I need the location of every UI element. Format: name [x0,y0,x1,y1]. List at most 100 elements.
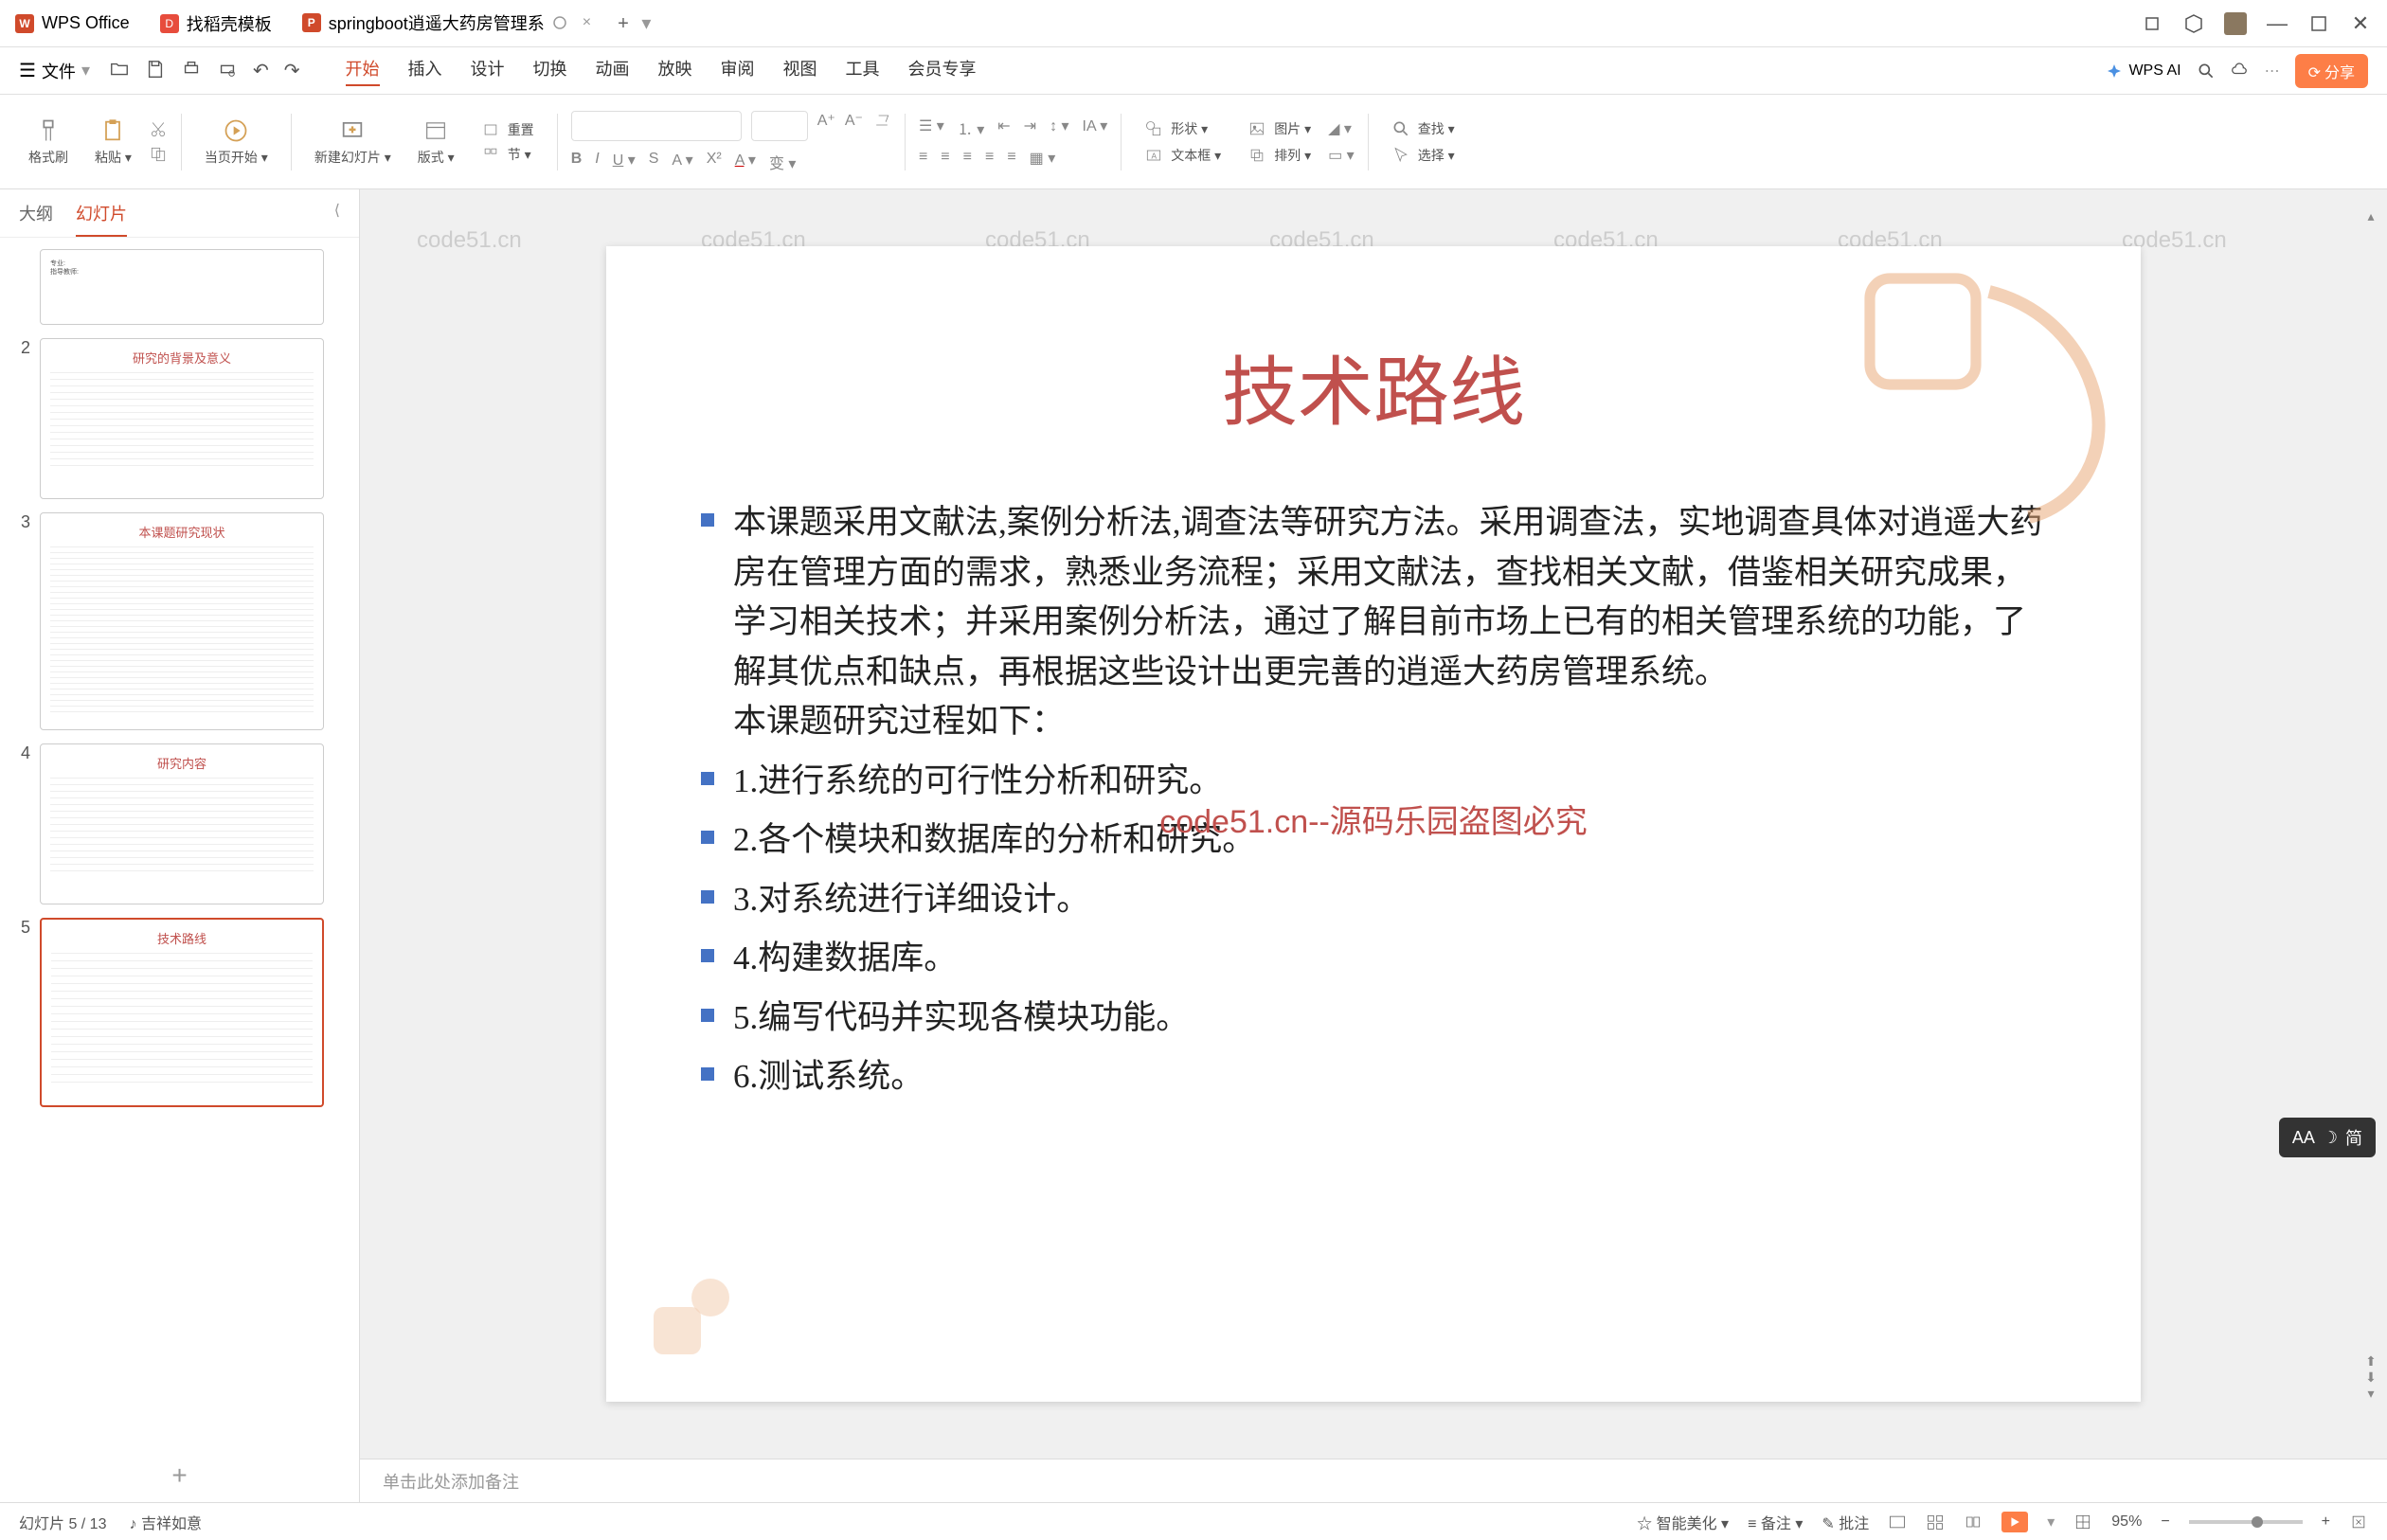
layout-group[interactable]: 版式 ▾ [408,114,464,170]
tab-transition[interactable]: 切换 [533,56,567,86]
line-spacing-icon[interactable]: ↕ ▾ [1050,116,1068,139]
grid-view-icon[interactable] [2073,1513,2092,1531]
scroll-down-icon[interactable]: ▾ [2367,1386,2374,1402]
strikethrough-icon[interactable]: S [649,151,659,173]
align-justify-icon[interactable]: ≡ [985,149,994,168]
ime-indicator[interactable]: AA ☽ 简 [2279,1118,2376,1157]
thumbnail-1[interactable]: 专业: 指导教师: [11,249,348,325]
font-family-select[interactable] [571,111,742,141]
increase-indent-icon[interactable]: ⇥ [1024,116,1036,139]
print-preview-icon[interactable] [217,59,238,80]
new-slide-group[interactable]: 新建幻灯片 ▾ [305,114,401,170]
minimize-icon[interactable]: — [2266,12,2288,35]
wps-office-tab[interactable]: W WPS Office [0,0,145,46]
undo-icon[interactable]: ↶ [253,59,269,82]
highlight-icon[interactable]: A ▾ [672,151,692,173]
window-maximize-small-icon[interactable] [2141,12,2163,35]
slideshow-button[interactable] [2001,1512,2028,1532]
align-left-icon[interactable]: ≡ [919,149,927,168]
textbox-button[interactable]: A 文本框 ▾ [1135,146,1230,165]
select-button[interactable]: 选择 ▾ [1382,146,1464,165]
vertical-scrollbar[interactable]: ▴ ⬆ ⬇ ▾ [2362,208,2379,1402]
tab-slideshow[interactable]: 放映 [658,56,692,86]
maximize-icon[interactable] [2307,12,2330,35]
align-center-icon[interactable]: ≡ [941,149,949,168]
paste-group[interactable]: 粘贴 ▾ [85,114,141,170]
tab-design[interactable]: 设计 [471,56,505,86]
reset-button[interactable]: 重置 [472,120,544,139]
slides-tab[interactable]: 幻灯片 [76,201,127,237]
superscript-icon[interactable]: X² [707,151,722,173]
open-folder-icon[interactable] [109,59,130,80]
align-right-icon[interactable]: ≡ [963,149,972,168]
thumbnail-list[interactable]: 专业: 指导教师: 2 研究的背景及意义 3 本课题研究现状 4 [0,238,359,1449]
zoom-value[interactable]: 95% [2111,1513,2142,1531]
tab-review[interactable]: 审阅 [721,56,755,86]
tab-tools[interactable]: 工具 [846,56,880,86]
zoom-slider[interactable] [2189,1520,2303,1524]
slide-counter[interactable]: 幻灯片 5 / 13 [19,1511,106,1533]
arrange-button[interactable]: 排列 ▾ [1238,146,1320,165]
text-direction-icon[interactable]: IA ▾ [1083,116,1108,139]
thumbnail-2[interactable]: 2 研究的背景及意义 [11,338,348,499]
redo-icon[interactable]: ↷ [284,59,300,82]
tab-animation[interactable]: 动画 [596,56,630,86]
prev-slide-icon[interactable]: ⬆ [2365,1353,2377,1370]
text-effect-icon[interactable]: 变 ▾ [769,151,796,173]
tab-member[interactable]: 会员专享 [908,56,977,86]
add-slide-button[interactable]: + [0,1449,359,1502]
tab-view[interactable]: 视图 [783,56,817,86]
underline-icon[interactable]: U ▾ [613,151,636,173]
share-button[interactable]: ⟳分享 [2295,54,2368,88]
font-color-icon[interactable]: A ▾ [735,151,756,173]
slide-canvas[interactable]: code51.cn code51.cn code51.cn code51.cn … [360,189,2387,1459]
smart-beautify-button[interactable]: ☆ 智能美化 ▾ [1637,1511,1729,1533]
decrease-indent-icon[interactable]: ⇤ [997,116,1010,139]
cloud-icon[interactable] [2231,62,2250,81]
cube-icon[interactable] [2182,12,2205,35]
section-button[interactable]: 节 ▾ [472,145,544,164]
file-menu[interactable]: ☰ 文件 ▾ [19,59,90,83]
more-icon[interactable]: ⋯ [2265,62,2280,81]
print-icon[interactable] [181,59,202,80]
clear-format-icon[interactable] [872,111,891,130]
notes-pane[interactable]: 单击此处添加备注 [360,1459,2387,1502]
distribute-icon[interactable]: ≡ [1007,149,1015,168]
font-size-select[interactable] [751,111,808,141]
doke-template-tab[interactable]: D 找稻壳模板 [145,0,287,46]
add-tab-button[interactable]: + ▾ [606,11,662,35]
close-tab-icon[interactable]: × [583,14,591,31]
number-list-icon[interactable]: ⒈ ▾ [958,116,984,139]
from-current-group[interactable]: 当页开始 ▾ [195,114,278,170]
normal-view-icon[interactable] [1888,1513,1907,1531]
format-brush-group[interactable]: 格式刷 [19,114,78,170]
outline-color-icon[interactable]: ▭ ▾ [1328,146,1355,165]
theme-indicator[interactable]: ♪ 吉祥如意 [129,1511,201,1533]
find-button[interactable]: 查找 ▾ [1382,119,1464,138]
thumbnail-3[interactable]: 3 本课题研究现状 [11,512,348,730]
picture-button[interactable]: 图片 ▾ [1238,119,1320,138]
thumbnail-5[interactable]: 5 技术路线 [11,918,348,1107]
fill-color-icon[interactable]: ◢ ▾ [1328,119,1355,138]
comments-toggle[interactable]: ✎ 批注 [1822,1511,1869,1533]
italic-icon[interactable]: I [595,151,599,173]
decrease-font-icon[interactable]: A⁻ [845,111,863,141]
user-avatar[interactable] [2224,12,2247,35]
next-slide-icon[interactable]: ⬇ [2365,1370,2377,1386]
zoom-in-icon[interactable]: + [2322,1513,2330,1531]
collapse-panel-icon[interactable]: ⟨ [334,201,340,237]
increase-font-icon[interactable]: A⁺ [817,111,835,141]
sorter-view-icon[interactable] [1926,1513,1945,1531]
bullet-list-icon[interactable]: ☰ ▾ [919,116,944,139]
thumbnail-4[interactable]: 4 研究内容 [11,743,348,904]
bold-icon[interactable]: B [571,151,583,173]
wps-ai-button[interactable]: WPS AI [2106,63,2181,80]
search-icon[interactable] [2197,62,2216,81]
close-window-icon[interactable]: ✕ [2349,12,2372,35]
shape-button[interactable]: 形状 ▾ [1135,119,1230,138]
tab-insert[interactable]: 插入 [408,56,442,86]
zoom-out-icon[interactable]: − [2161,1513,2169,1531]
reading-view-icon[interactable] [1964,1513,1983,1531]
save-icon[interactable] [145,59,166,80]
scroll-up-icon[interactable]: ▴ [2367,208,2374,224]
